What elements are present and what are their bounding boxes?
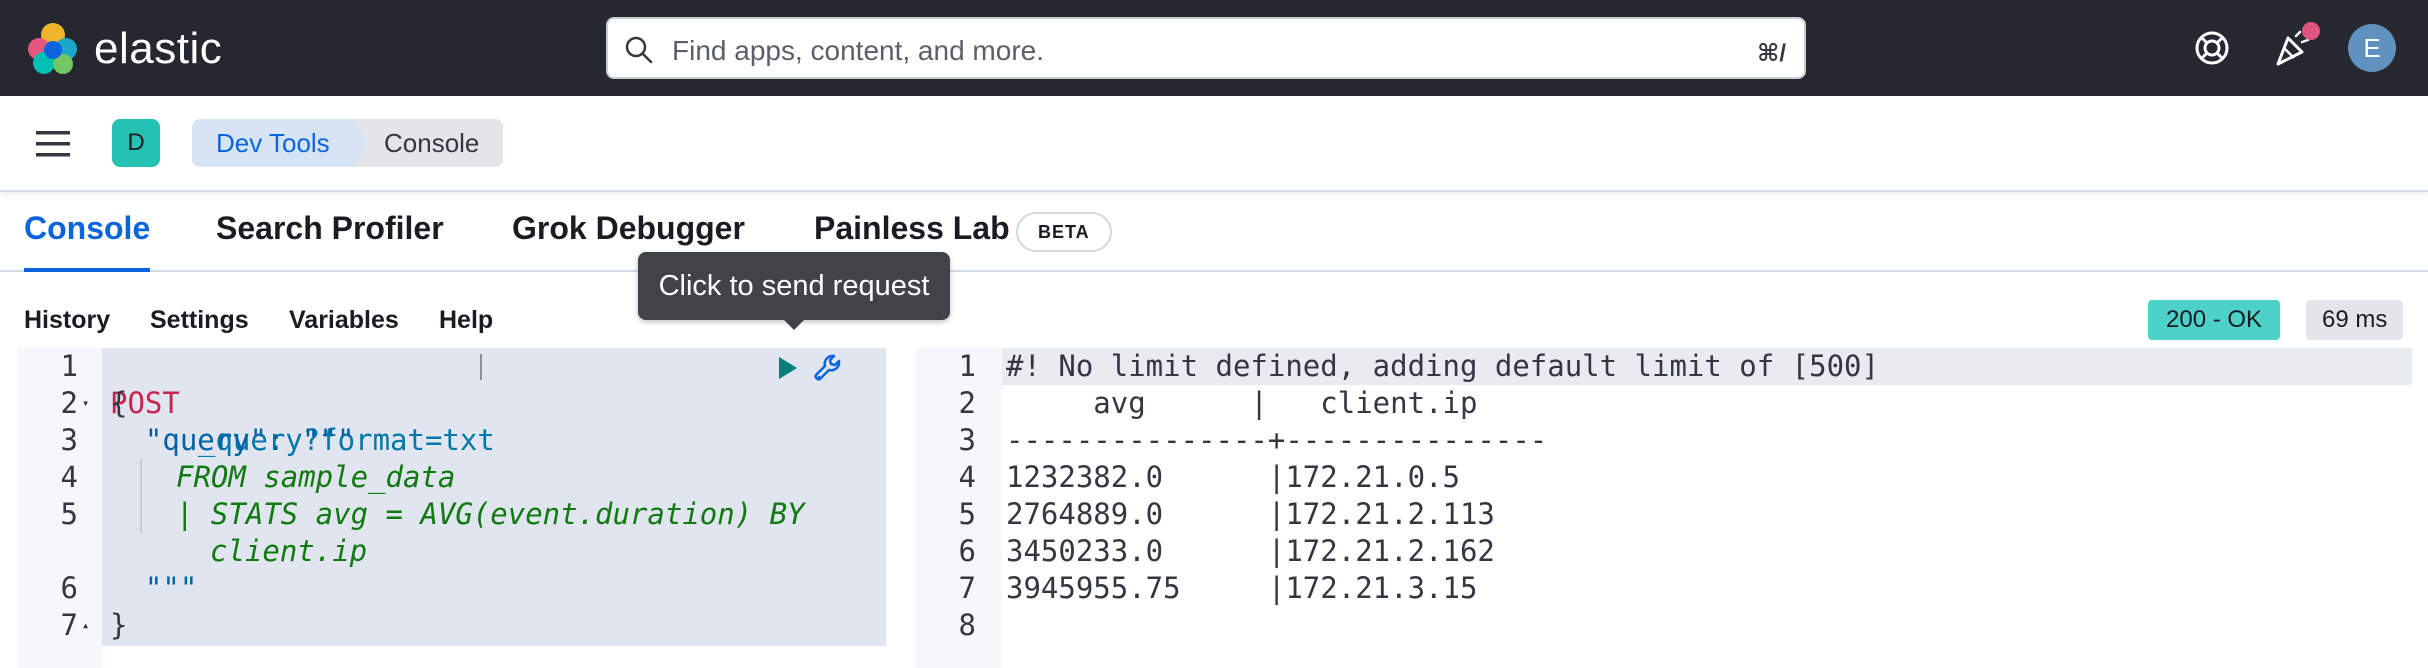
help-icon[interactable] bbox=[2190, 26, 2234, 70]
line-number: 3 bbox=[958, 423, 976, 457]
tab-search-profiler[interactable]: Search Profiler bbox=[216, 210, 444, 272]
help-button[interactable]: Help bbox=[439, 306, 493, 335]
variables-button[interactable]: Variables bbox=[289, 306, 399, 335]
breadcrumb-bar: D Dev Tools Console bbox=[0, 96, 2428, 192]
line-number: 2 bbox=[60, 386, 78, 420]
tooltip-arrow bbox=[782, 318, 806, 330]
dev-tools-tabs: Console Search Profiler Grok Debugger Pa… bbox=[0, 192, 2428, 272]
response-time-badge: 69 ms bbox=[2306, 300, 2404, 340]
response-editor[interactable]: 1 2 3 4 5 6 7 8 #! No limit defined, add… bbox=[916, 348, 2412, 668]
line-number: 7 bbox=[60, 608, 78, 642]
breadcrumb-console: Console bbox=[352, 119, 504, 167]
settings-button[interactable]: Settings bbox=[150, 306, 249, 335]
brand-name: elastic bbox=[94, 24, 223, 73]
space-avatar[interactable]: D bbox=[112, 119, 160, 167]
fold-close-icon[interactable]: ▴ bbox=[82, 607, 89, 644]
indent-guide bbox=[140, 459, 142, 533]
tab-console[interactable]: Console bbox=[24, 210, 151, 272]
elastic-logo[interactable]: elastic bbox=[26, 22, 222, 76]
line-number: 1 bbox=[958, 349, 976, 383]
esql-query-line: FROM sample_data bbox=[176, 460, 456, 494]
code-line: """ bbox=[110, 571, 198, 605]
search-shortcut-hint: ⌘/ bbox=[1757, 40, 1786, 67]
line-number: 2 bbox=[958, 386, 976, 420]
response-line: avg | client.ip bbox=[1006, 386, 1530, 420]
send-request-tooltip: Click to send request bbox=[638, 252, 950, 320]
fold-open-icon[interactable]: ▾ bbox=[82, 385, 89, 422]
esql-query-line-wrap: client.ip bbox=[210, 534, 368, 568]
search-placeholder: Find apps, content, and more. bbox=[672, 35, 1044, 66]
history-button[interactable]: History bbox=[24, 306, 110, 335]
esql-query-line: | STATS avg = AVG(event.duration) BY bbox=[176, 497, 805, 531]
breadcrumb-dev-tools[interactable]: Dev Tools bbox=[192, 119, 370, 167]
code-line: { bbox=[110, 386, 128, 420]
text-cursor bbox=[480, 354, 482, 380]
notification-dot bbox=[2302, 22, 2320, 40]
line-number: 7 bbox=[958, 571, 976, 605]
hamburger-menu-icon[interactable] bbox=[34, 126, 74, 162]
response-line: ---------------+--------------- bbox=[1006, 423, 1548, 457]
line-number: 1 bbox=[60, 349, 78, 383]
beta-badge: BETA bbox=[1016, 212, 1112, 252]
top-header: elastic Find apps, content, and more. ⌘/… bbox=[0, 0, 2428, 96]
line-number: 8 bbox=[958, 608, 976, 642]
line-number: 5 bbox=[60, 497, 78, 531]
user-avatar[interactable]: E bbox=[2348, 24, 2396, 72]
request-editor[interactable]: 1 2 ▾ 3 4 5 6 7 ▴ POST _query?format=txt {… bbox=[18, 348, 886, 668]
line-number: 6 bbox=[60, 571, 78, 605]
status-badge: 200 - OK bbox=[2148, 300, 2281, 340]
response-line: #! No limit defined, adding default limi… bbox=[1006, 349, 1879, 383]
elastic-logo-icon bbox=[28, 23, 77, 74]
code-line: "query": """ bbox=[110, 423, 355, 457]
line-number: 6 bbox=[958, 534, 976, 568]
response-line: 3450233.0 |172.21.2.162 bbox=[1006, 534, 1495, 568]
line-number: 5 bbox=[958, 497, 976, 531]
line-number: 4 bbox=[60, 460, 78, 494]
line-number: 4 bbox=[958, 460, 976, 494]
global-search-input[interactable]: Find apps, content, and more. ⌘/ bbox=[606, 17, 1806, 79]
search-icon bbox=[625, 36, 653, 64]
wrench-icon[interactable] bbox=[812, 352, 846, 386]
response-line: 1232382.0 |172.21.0.5 bbox=[1006, 460, 1460, 494]
response-line: 3945955.75 |172.21.3.15 bbox=[1006, 571, 1478, 605]
response-line: 2764889.0 |172.21.2.113 bbox=[1006, 497, 1495, 531]
play-icon[interactable] bbox=[776, 354, 800, 382]
code-line: } bbox=[110, 608, 128, 642]
line-number: 3 bbox=[60, 423, 78, 457]
